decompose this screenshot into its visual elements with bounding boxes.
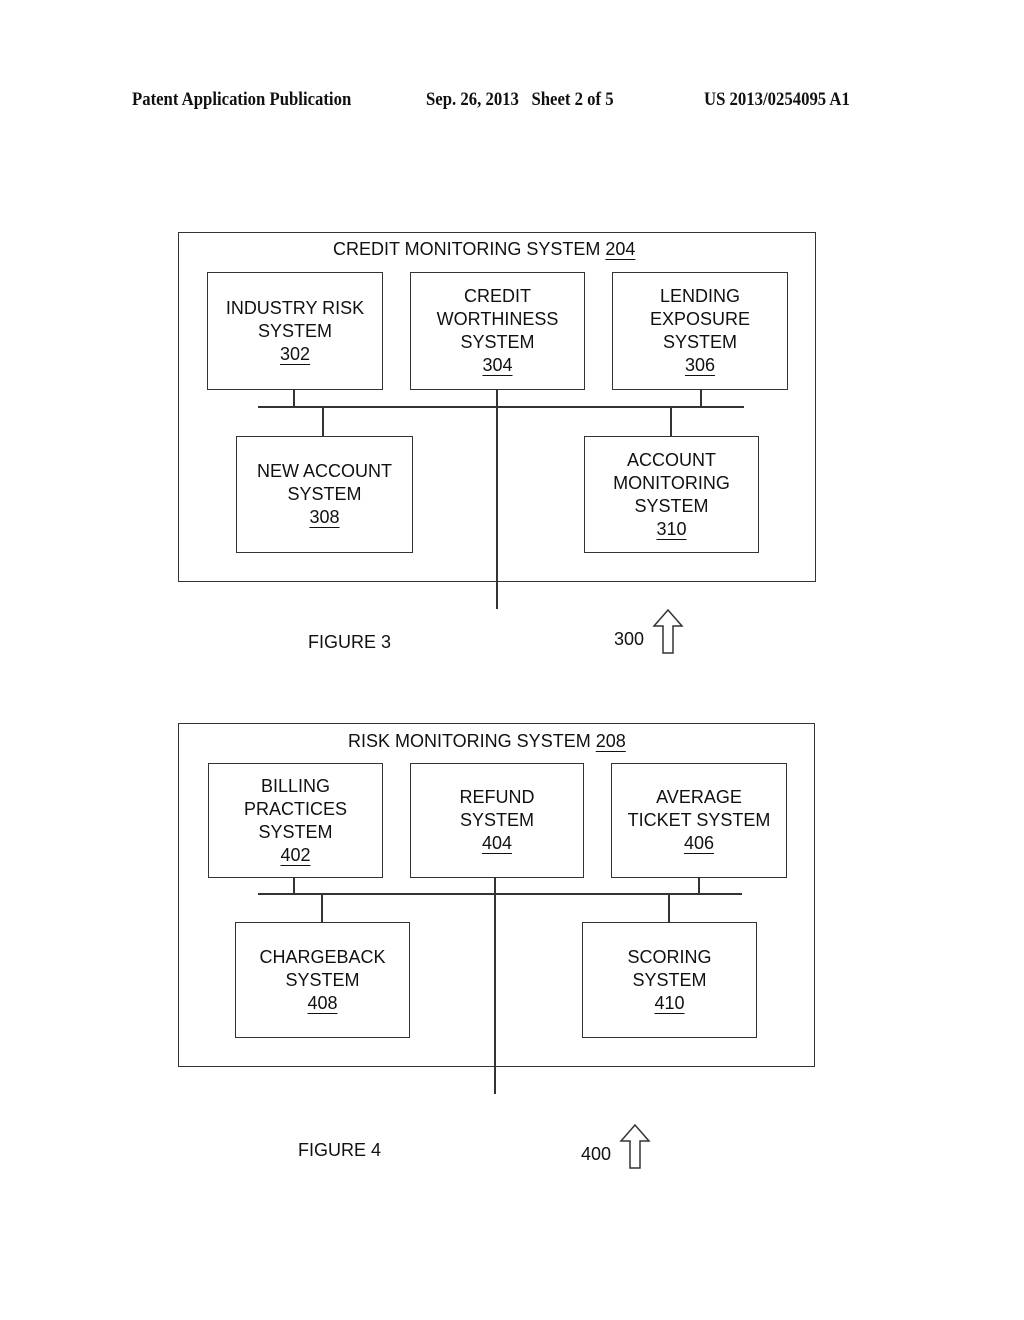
figure-4-pointer-ref: 400: [581, 1144, 612, 1164]
up-arrow-icon: [619, 1123, 651, 1169]
connector-306: [700, 389, 702, 406]
risk-monitoring-system-title: RISK MONITORING SYSTEM 208: [348, 731, 626, 751]
chargeback-system-box: CHARGEBACK SYSTEM 408: [235, 922, 410, 1038]
credit-worthiness-system-box: CREDIT WORTHINESS SYSTEM 304: [410, 272, 585, 390]
lending-exposure-system-box: LENDING EXPOSURE SYSTEM 306: [612, 272, 788, 390]
date-sheet-label: Sep. 26, 2013 Sheet 2 of 5: [426, 89, 614, 110]
connector-402: [293, 877, 295, 893]
connector-404-trunk: [494, 877, 496, 1094]
connector-310: [670, 406, 672, 437]
new-account-system-box: NEW ACCOUNT SYSTEM 308: [236, 436, 413, 553]
figure-4-caption: FIGURE 4: [298, 1140, 382, 1160]
industry-risk-system-box: INDUSTRY RISK SYSTEM 302: [207, 272, 383, 390]
billing-practices-system-box: BILLING PRACTICES SYSTEM 402: [208, 763, 383, 878]
up-arrow-icon: [652, 608, 684, 654]
connector-408: [321, 893, 323, 923]
connector-308: [322, 406, 324, 437]
refund-system-box: REFUND SYSTEM 404: [410, 763, 584, 878]
figure-3-pointer-ref: 300: [614, 629, 645, 649]
figure-3-caption: FIGURE 3: [308, 632, 392, 652]
connector-304-trunk: [496, 389, 498, 609]
patent-number-label: US 2013/0254095 A1: [704, 89, 850, 110]
publication-label: Patent Application Publication: [132, 89, 352, 110]
scoring-system-box: SCORING SYSTEM 410: [582, 922, 757, 1038]
connector-406: [698, 877, 700, 893]
credit-monitoring-system-title: CREDIT MONITORING SYSTEM 204: [333, 239, 636, 259]
connector-410: [668, 893, 670, 923]
account-monitoring-system-box: ACCOUNT MONITORING SYSTEM 310: [584, 436, 759, 553]
connector-302: [293, 389, 295, 406]
average-ticket-system-box: AVERAGE TICKET SYSTEM 406: [611, 763, 787, 878]
